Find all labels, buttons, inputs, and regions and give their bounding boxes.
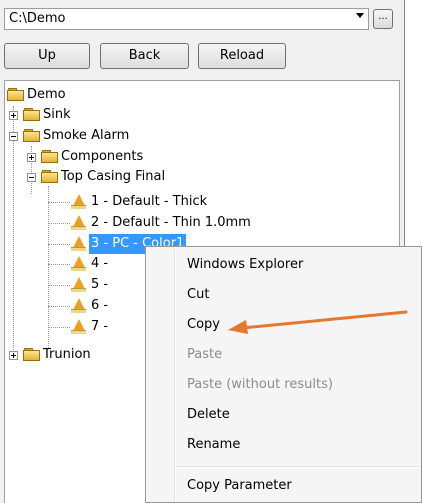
tree-node-label: 7 - xyxy=(91,319,109,334)
tree-node-demo[interactable]: Demo xyxy=(5,85,395,105)
part-warning-icon xyxy=(71,236,87,251)
part-warning-icon xyxy=(71,194,87,209)
part-warning-icon xyxy=(71,298,87,313)
tree-node-label: 4 - xyxy=(91,256,109,271)
tree-node-label: Smoke Alarm xyxy=(43,128,130,143)
tree-node-sink[interactable]: Sink xyxy=(5,105,395,125)
folder-open-icon xyxy=(41,170,58,183)
tree-node-label: Components xyxy=(61,149,144,164)
tree-node-label: 2 - Default - Thin 1.0mm xyxy=(91,215,251,230)
up-button[interactable]: Up xyxy=(4,43,90,69)
browse-button[interactable]: ... xyxy=(373,9,393,29)
menu-item-rename[interactable]: Rename xyxy=(187,434,240,456)
menu-item-paste[interactable]: Paste xyxy=(187,344,222,366)
menu-item-delete[interactable]: Delete xyxy=(187,404,230,426)
tree-node-part[interactable]: 1 - Default - Thick xyxy=(5,192,395,212)
collapse-icon[interactable] xyxy=(27,173,36,182)
path-value: C:\Demo xyxy=(9,11,66,26)
tree-node-smoke-alarm[interactable]: Smoke Alarm xyxy=(5,126,395,146)
tree-node-components[interactable]: Components xyxy=(5,147,395,167)
menu-separator xyxy=(176,466,419,468)
annotation-arrow-icon xyxy=(228,310,408,334)
part-warning-icon xyxy=(71,319,87,334)
tree-node-label: 6 - xyxy=(91,298,109,313)
expand-icon[interactable] xyxy=(9,111,18,120)
folder-icon xyxy=(23,108,40,121)
folder-open-icon xyxy=(23,129,40,142)
tree-node-part[interactable]: 2 - Default - Thin 1.0mm xyxy=(5,213,395,233)
tree-node-label: 5 - xyxy=(91,277,109,292)
folder-open-icon xyxy=(7,88,24,101)
tree-node-label: Top Casing Final xyxy=(61,169,166,184)
collapse-icon[interactable] xyxy=(9,132,18,141)
path-combobox[interactable]: C:\Demo xyxy=(4,8,369,30)
expand-icon[interactable] xyxy=(9,351,18,360)
tree-node-label: Demo xyxy=(27,87,66,102)
part-warning-icon xyxy=(71,277,87,292)
menu-item-windows-explorer[interactable]: Windows Explorer xyxy=(187,254,303,276)
menu-item-paste-without-results[interactable]: Paste (without results) xyxy=(187,374,333,396)
menu-item-copy[interactable]: Copy xyxy=(187,314,220,336)
back-button[interactable]: Back xyxy=(100,43,189,69)
tree-node-top-casing-final[interactable]: Top Casing Final xyxy=(5,167,395,187)
part-warning-icon xyxy=(71,215,87,230)
folder-icon xyxy=(41,150,58,163)
menu-item-copy-parameter[interactable]: Copy Parameter xyxy=(187,475,292,497)
expand-icon[interactable] xyxy=(27,153,36,162)
menu-item-cut[interactable]: Cut xyxy=(187,284,209,306)
tree-node-label: Sink xyxy=(43,107,71,122)
chevron-down-icon[interactable] xyxy=(356,13,364,18)
reload-button[interactable]: Reload xyxy=(198,43,286,69)
tree-node-label: 1 - Default - Thick xyxy=(91,194,208,209)
context-menu: Windows Explorer Cut Copy Paste Paste (w… xyxy=(145,246,422,503)
folder-icon xyxy=(23,348,40,361)
part-warning-icon xyxy=(71,256,87,271)
tree-node-label: Trunion xyxy=(43,347,91,362)
menu-icon-gutter xyxy=(174,249,176,502)
